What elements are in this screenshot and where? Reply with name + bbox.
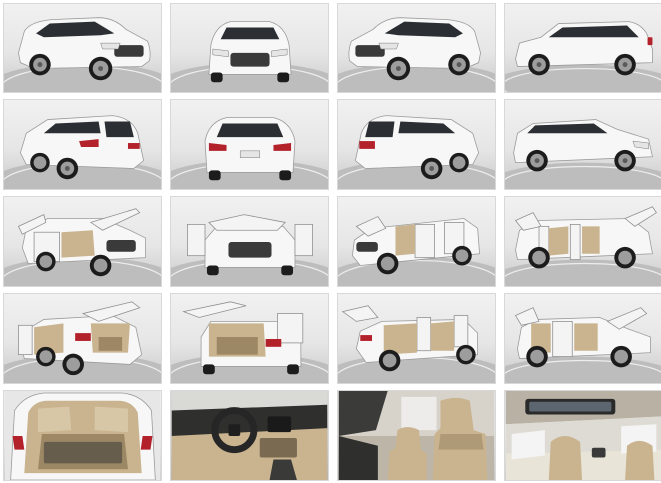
photo-thumbnail-16[interactable] xyxy=(504,293,661,384)
photo-thumbnail-4[interactable] xyxy=(504,3,661,93)
suv-rear-right-photo xyxy=(338,115,495,189)
photo-thumbnail-12[interactable] xyxy=(504,196,661,287)
suv-front-left-photo xyxy=(4,17,161,92)
photo-thumbnail-20[interactable] xyxy=(504,390,661,481)
suv-doors-liftgate-open-photo xyxy=(505,206,661,286)
suv-doors-open-left-photo xyxy=(4,208,161,286)
sunroof-headliner-photo xyxy=(505,391,661,480)
photo-thumbnail-19[interactable] xyxy=(337,390,496,481)
suv-liftgate-open-rear-left-photo xyxy=(4,301,161,383)
suv-doors-hood-open-right-front-photo xyxy=(505,307,661,383)
photo-thumbnail-2[interactable] xyxy=(170,3,329,93)
photo-thumbnail-3[interactable] xyxy=(337,3,496,93)
photo-thumbnail-6[interactable] xyxy=(170,99,329,190)
photo-thumbnail-11[interactable] xyxy=(337,196,496,287)
suv-doors-open-right-photo xyxy=(338,216,495,286)
photo-thumbnail-8[interactable] xyxy=(504,99,661,190)
photo-thumbnail-5[interactable] xyxy=(3,99,162,190)
photo-thumbnail-10[interactable] xyxy=(170,196,329,287)
cargo-area-photo xyxy=(4,391,161,480)
dashboard-interior-photo xyxy=(171,391,328,480)
suv-right-side-photo xyxy=(505,21,661,92)
suv-rear-photo xyxy=(171,117,328,189)
suv-rear-left-photo xyxy=(4,115,161,189)
photo-thumbnail-14[interactable] xyxy=(170,293,329,384)
photo-thumbnail-7[interactable] xyxy=(337,99,496,190)
vehicle-photo-gallery xyxy=(0,0,661,483)
front-seats-interior-photo xyxy=(338,391,495,480)
suv-front-right-photo xyxy=(338,17,495,92)
photo-thumbnail-18[interactable] xyxy=(170,390,329,481)
photo-thumbnail-13[interactable] xyxy=(3,293,162,384)
suv-doors-open-rear-right-photo xyxy=(338,305,495,383)
photo-thumbnail-15[interactable] xyxy=(337,293,496,384)
suv-liftgate-open-rear-photo xyxy=(171,301,328,383)
photo-thumbnail-9[interactable] xyxy=(3,196,162,287)
suv-front-photo xyxy=(171,21,328,92)
photo-thumbnail-1[interactable] xyxy=(3,3,162,93)
suv-doors-open-front-photo xyxy=(171,214,328,286)
photo-thumbnail-17[interactable] xyxy=(3,390,162,481)
suv-right-front-photo xyxy=(505,119,661,189)
